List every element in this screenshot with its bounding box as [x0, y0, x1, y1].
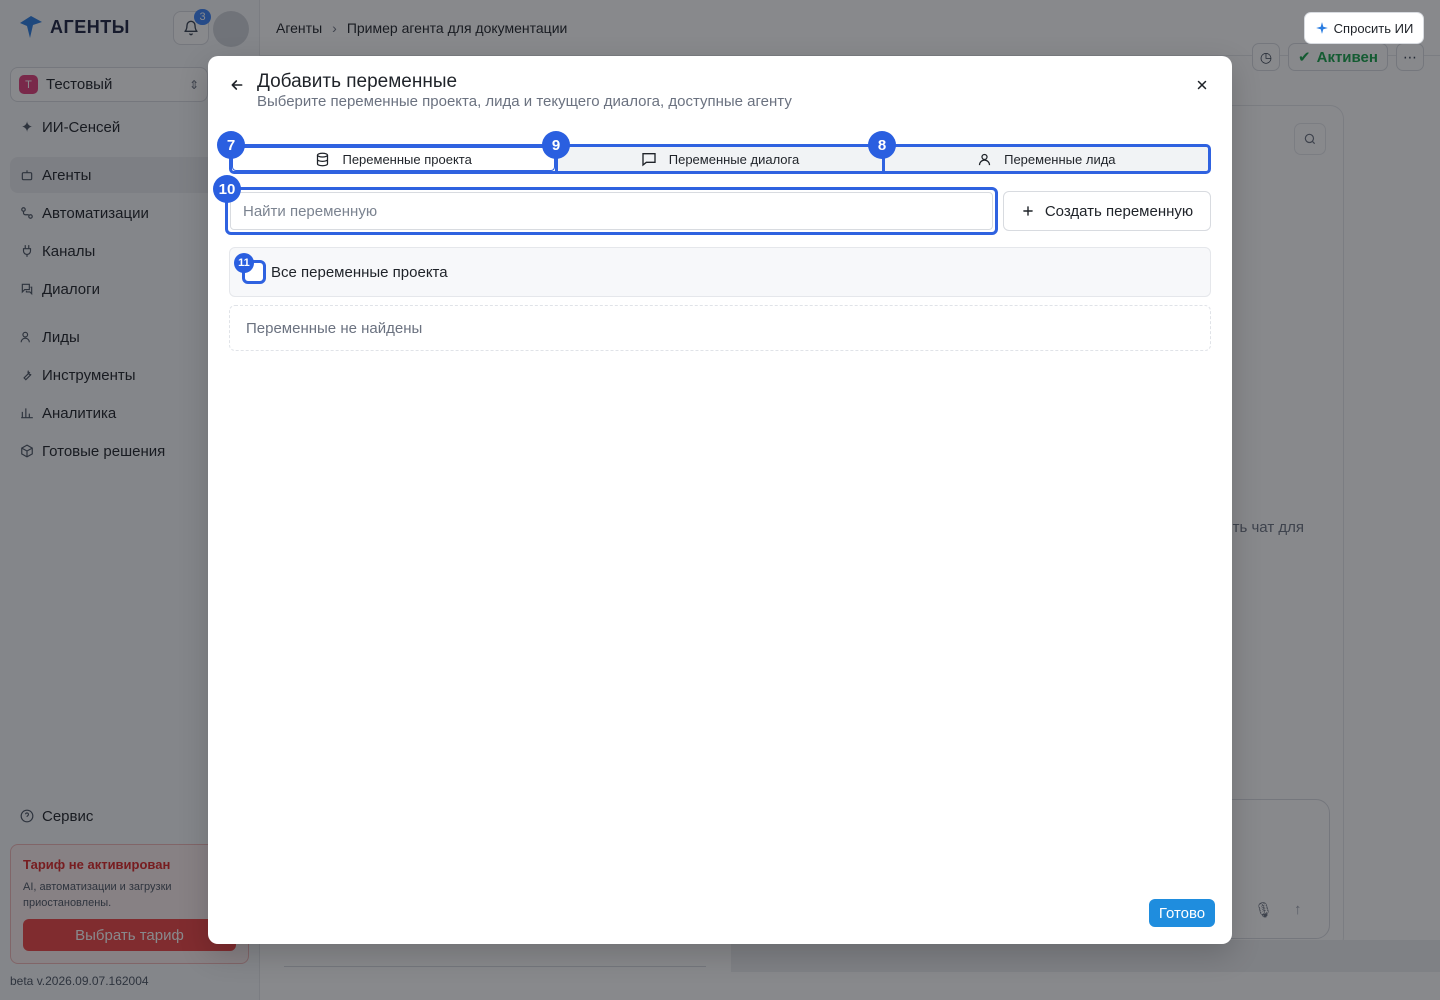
- add-variables-dialog: Добавить переменные Выберите переменные …: [208, 56, 1232, 944]
- sparkle-icon: [1315, 22, 1328, 34]
- dialog-title: Добавить переменные: [257, 71, 458, 92]
- annotation-marker: 7: [217, 131, 245, 159]
- search-input[interactable]: [230, 192, 993, 230]
- tab-label: Переменные диалога: [668, 151, 800, 167]
- ask-ai-label: Спросить ИИ: [1333, 20, 1414, 36]
- close-icon: [1197, 80, 1207, 90]
- plus-icon: [1023, 206, 1033, 216]
- empty-state: Переменные не найдены: [229, 305, 1211, 351]
- user-icon: [978, 153, 991, 165]
- message-square-icon: [642, 153, 656, 167]
- done-button[interactable]: Готово: [1149, 899, 1215, 927]
- variable-tabs: Переменные проекта Переменные диалога Пе…: [229, 144, 1211, 174]
- database-icon: [317, 152, 329, 166]
- create-variable-label: Создать переменную: [1044, 202, 1194, 220]
- create-variable-button[interactable]: Создать переменную: [1003, 191, 1211, 231]
- tab-project-variables[interactable]: Переменные проекта: [232, 147, 556, 171]
- select-all-row[interactable]: Все переменные проекта: [229, 247, 1211, 297]
- select-all-label: Все переменные проекта: [271, 263, 448, 281]
- search-field-wrapper: [225, 187, 998, 235]
- close-button[interactable]: [1192, 75, 1212, 95]
- annotation-marker: 9: [542, 131, 570, 159]
- annotation-marker: 11: [234, 253, 254, 273]
- annotation-marker: 10: [213, 175, 241, 203]
- tab-label: Переменные лида: [1004, 151, 1116, 167]
- back-button[interactable]: [227, 75, 247, 95]
- annotation-marker: 8: [868, 131, 896, 159]
- tab-dialog-variables[interactable]: Переменные диалога: [555, 147, 881, 171]
- dialog-subtitle: Выберите переменные проекта, лида и теку…: [257, 93, 792, 110]
- arrow-left-icon: [231, 80, 243, 90]
- ask-ai-button[interactable]: Спросить ИИ: [1304, 12, 1424, 44]
- tab-label: Переменные проекта: [342, 151, 472, 167]
- tab-lead-variables[interactable]: Переменные лида: [881, 147, 1208, 171]
